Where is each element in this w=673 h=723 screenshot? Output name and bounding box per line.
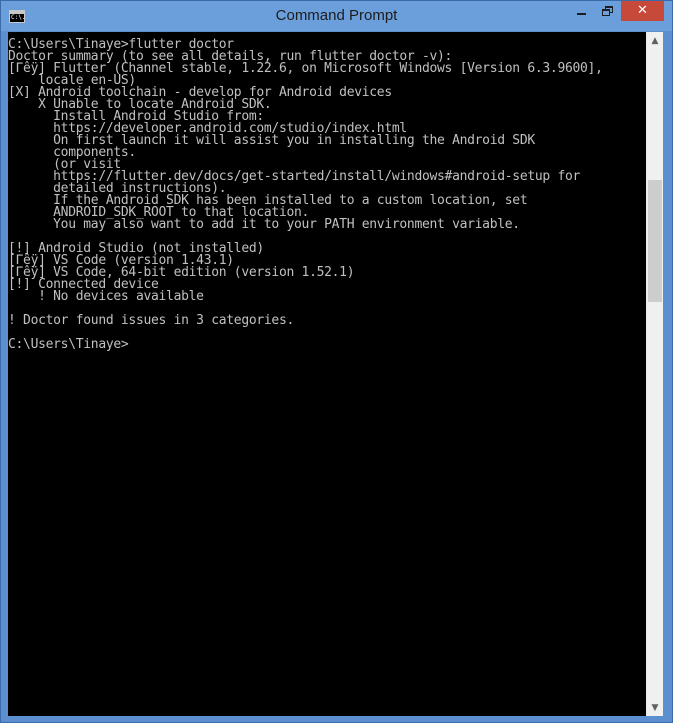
- title-bar[interactable]: C:\. Command Prompt ✕: [1, 1, 672, 31]
- chevron-up-icon: ▲: [651, 35, 659, 46]
- command-prompt-window: C:\. Command Prompt ✕ C:\Users\Tinaye>fl…: [0, 0, 673, 723]
- console-line: ! Doctor found issues in 3 categories.: [8, 313, 295, 328]
- chevron-down-icon: ▼: [651, 702, 659, 713]
- console-line: ! No devices available: [8, 289, 204, 304]
- scroll-thumb[interactable]: [648, 180, 662, 302]
- scroll-down-button[interactable]: ▼: [647, 699, 663, 716]
- restore-icon: [602, 6, 614, 16]
- minimize-button[interactable]: [567, 1, 595, 21]
- console-line: C:\Users\Tinaye>: [8, 337, 129, 352]
- console-line: You may also want to add it to your PATH…: [8, 217, 520, 232]
- console-text: C:\Users\Tinaye>flutter doctor Doctor sum…: [8, 32, 646, 351]
- close-icon: ✕: [637, 3, 648, 18]
- console-output[interactable]: C:\Users\Tinaye>flutter doctor Doctor sum…: [8, 32, 646, 716]
- scroll-up-button[interactable]: ▲: [647, 32, 663, 49]
- vertical-scrollbar[interactable]: ▲ ▼: [646, 32, 663, 716]
- minimize-icon: [576, 13, 586, 15]
- close-button[interactable]: ✕: [621, 1, 664, 21]
- restore-button[interactable]: [595, 1, 621, 21]
